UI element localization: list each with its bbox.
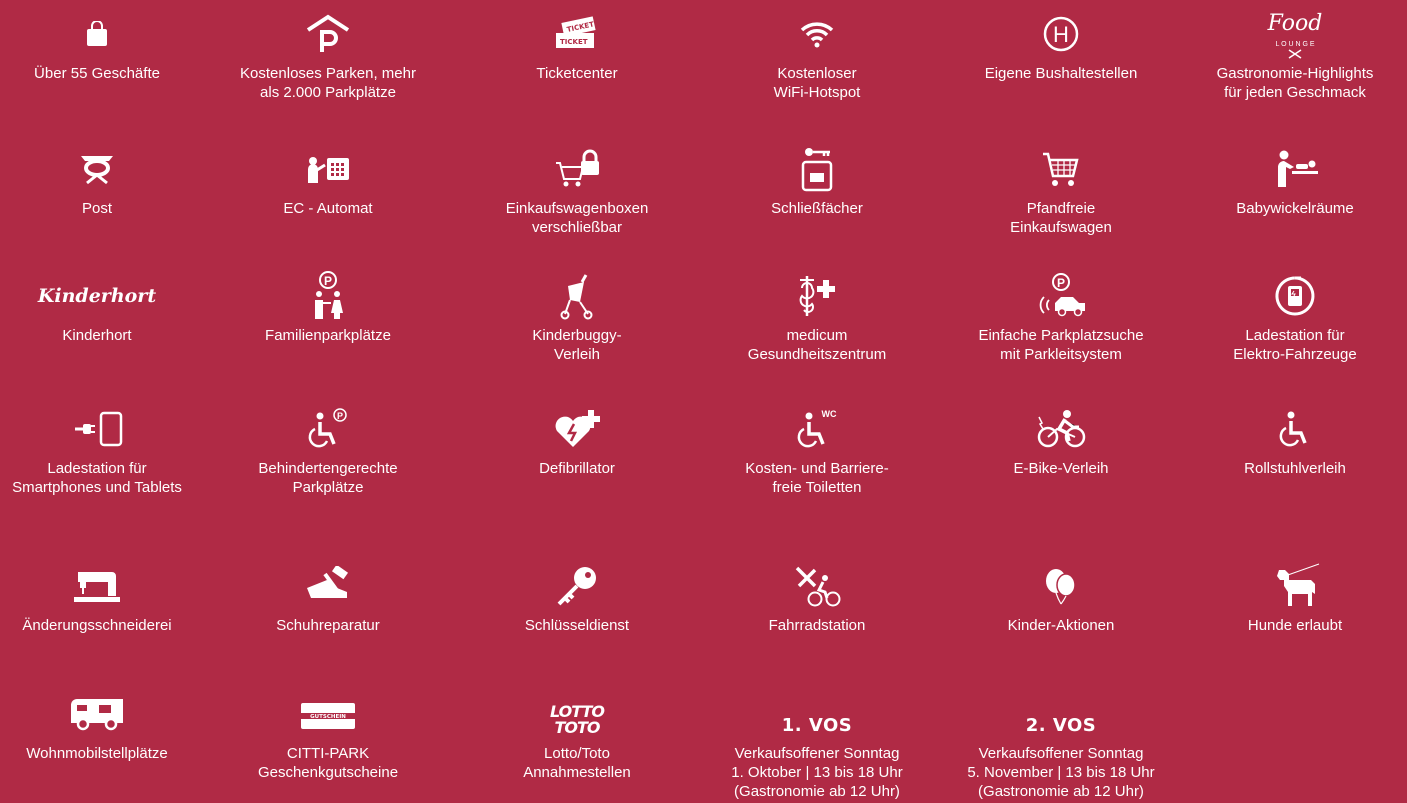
service-dogs-allowed: Hunde erlaubt <box>1178 560 1407 635</box>
service-camper-spots: Wohnmobilstellplätze <box>0 688 214 763</box>
svg-text:WC: WC <box>822 409 837 419</box>
atm-icon <box>305 143 351 195</box>
bus-stop-icon: H <box>1043 8 1079 60</box>
food-lounge-logo: Food L O U N G E <box>1255 8 1335 60</box>
service-buggy-rental: Kinderbuggy- Verleih <box>460 270 694 364</box>
ev-charging-icon <box>1273 270 1317 322</box>
service-kinderhort: Kinderhort Kinderhort <box>0 270 214 345</box>
service-ev-charging: Ladestation für Elektro-Fahrzeuge <box>1178 270 1407 364</box>
kinderhort-logo: Kinderhort <box>37 285 157 307</box>
service-shoe-repair: Schuhreparatur <box>211 560 445 635</box>
shoe-repair-icon <box>303 560 353 612</box>
svg-text:L O U N G E: L O U N G E <box>1275 41 1314 48</box>
vos-2-title: 2. VOS <box>1025 715 1097 736</box>
cart-lock-icon <box>554 143 600 195</box>
svg-text:P: P <box>1057 276 1065 290</box>
service-parking: Kostenloses Parken, mehr als 2.000 Parkp… <box>211 8 445 102</box>
services-grid: Über 55 Geschäfte Kostenloses Parken, me… <box>0 0 1407 803</box>
service-defibrillator: Defibrillator <box>460 403 694 478</box>
gift-card-icon: GUTSCHEIN <box>299 688 357 740</box>
service-ebike-rental: E-Bike-Verleih <box>944 403 1178 478</box>
service-bike-station: Fahrradstation <box>700 560 934 635</box>
service-atm: EC - Automat <box>211 143 445 218</box>
parking-icon <box>305 8 351 60</box>
wifi-icon <box>800 8 834 60</box>
parking-guidance-icon: P <box>1035 270 1087 322</box>
svg-text:P: P <box>337 411 343 421</box>
vos-2: 2. VOS Verkaufsoffener Sonntag 5. Novemb… <box>944 688 1178 801</box>
svg-text:GUTSCHEIN: GUTSCHEIN <box>310 714 346 720</box>
service-kids-events: Kinder-Aktionen <box>944 560 1178 635</box>
service-post: Post <box>0 143 214 218</box>
service-deposit-free-carts: Pfandfreie Einkaufswagen <box>944 143 1178 237</box>
defibrillator-icon <box>553 403 601 455</box>
svg-text:TICKET: TICKET <box>560 38 588 46</box>
wheelchair-icon <box>1279 403 1311 455</box>
service-toilets: WC Kosten- und Barriere- freie Toiletten <box>700 403 934 497</box>
service-family-parking: P Familienparkplätze <box>211 270 445 345</box>
post-horn-icon <box>79 143 115 195</box>
bike-station-icon <box>793 560 841 612</box>
sewing-machine-icon <box>72 560 122 612</box>
family-parking-icon: P <box>308 270 348 322</box>
service-tailor: Änderungsschneiderei <box>0 560 214 635</box>
vos-1-title: 1. VOS <box>781 715 853 736</box>
service-shops: Über 55 Geschäfte <box>0 8 214 83</box>
vos-1: 1. VOS Verkaufsoffener Sonntag 1. Oktobe… <box>700 688 934 801</box>
svg-text:Food: Food <box>1267 11 1323 36</box>
service-ticketcenter: TICKET TICKET Ticketcenter <box>460 8 694 83</box>
lotto-toto-logo: LOTTO TOTO <box>549 702 605 737</box>
stroller-icon <box>560 270 594 322</box>
svg-text:P: P <box>324 274 332 288</box>
service-baby-changing: Babywickelräume <box>1178 143 1407 218</box>
service-lotto-toto: LOTTO TOTO Lotto/Toto Annahmestellen <box>460 688 694 782</box>
service-bus-stops: H Eigene Bushaltestellen <box>944 8 1178 83</box>
service-medicum: medicum Gesundheitszentrum <box>700 270 934 364</box>
service-lockers: Schließfächer <box>700 143 934 218</box>
service-cart-boxes: Einkaufswagenboxen verschließbar <box>460 143 694 237</box>
svg-text:H: H <box>1053 22 1069 47</box>
dog-icon <box>1269 560 1321 612</box>
phone-charging-icon <box>69 403 125 455</box>
service-phone-charging: Ladestation für Smartphones und Tablets <box>0 403 214 497</box>
service-gift-cards: GUTSCHEIN CITTI-PARK Geschenkgutscheine <box>211 688 445 782</box>
ebike-icon <box>1035 403 1087 455</box>
service-key: Schlüsseldienst <box>460 560 694 635</box>
camper-icon <box>69 688 125 740</box>
ticket-icon: TICKET TICKET <box>552 8 602 60</box>
service-disabled-parking: P Behindertengerechte Parkplätze <box>211 403 445 497</box>
locker-icon <box>800 143 834 195</box>
service-wheelchair-rental: Rollstuhlverleih <box>1178 403 1407 478</box>
balloons-icon <box>1041 560 1081 612</box>
service-parking-guidance: P Einfache Parkplatzsuche mit Parkleitsy… <box>944 270 1178 364</box>
service-wifi: Kostenloser WiFi-Hotspot <box>700 8 934 102</box>
shopping-cart-icon <box>1041 143 1081 195</box>
accessible-toilet-icon: WC <box>795 403 839 455</box>
disabled-parking-icon: P <box>306 403 350 455</box>
key-icon <box>555 560 599 612</box>
service-gastronomy: Food L O U N G E Gastronomie-Highlights f… <box>1178 8 1407 102</box>
shopping-bag-icon <box>85 8 109 60</box>
baby-changing-icon <box>1270 143 1320 195</box>
medical-icon <box>795 270 839 322</box>
